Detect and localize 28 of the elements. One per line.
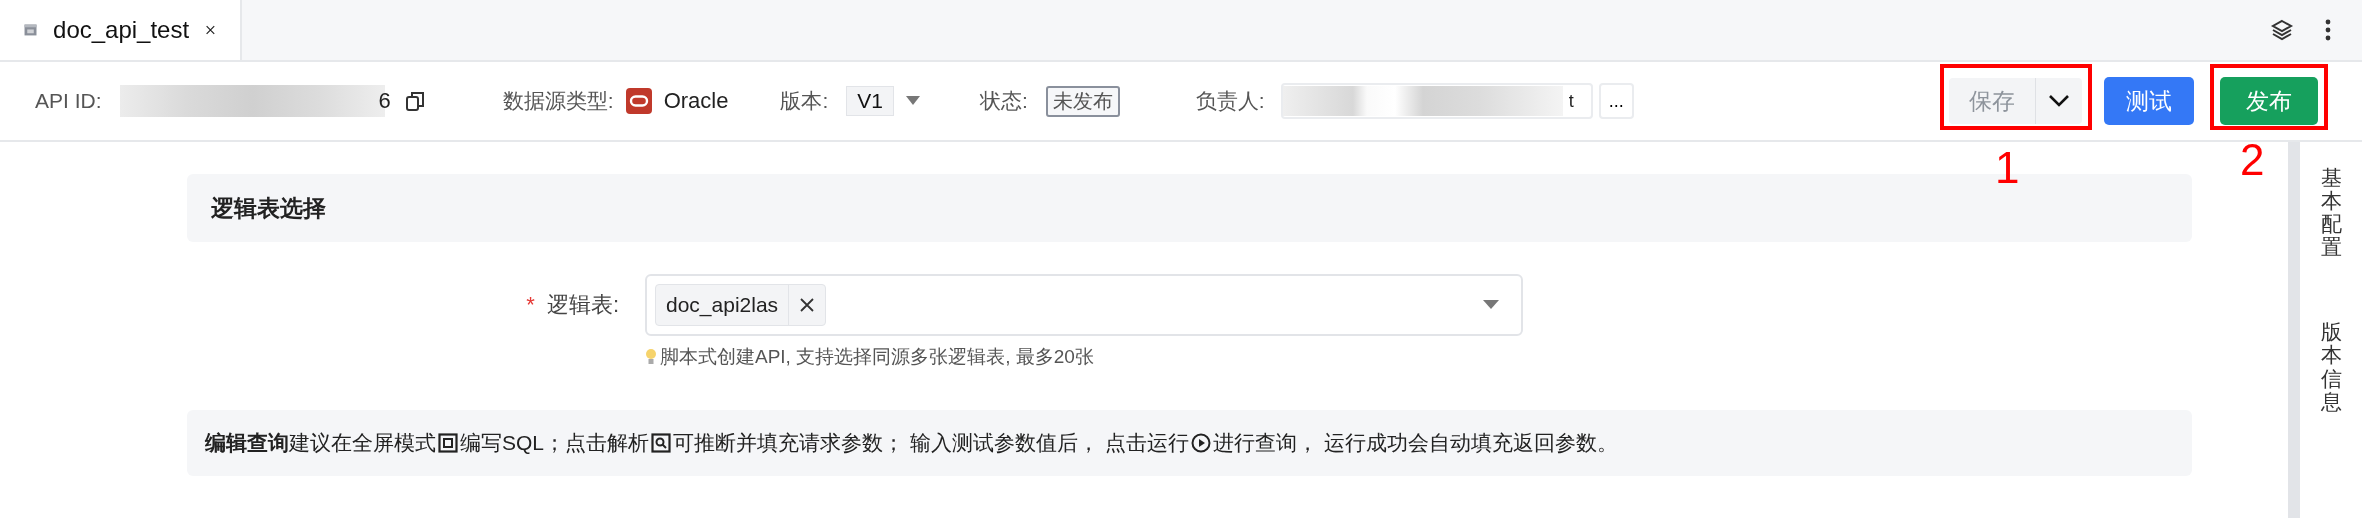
hint-text: 脚本式创建API, 支持选择同源多张逻辑表, 最多20张 <box>660 345 1094 369</box>
api-id-value: 6 <box>378 88 391 114</box>
annotation-number: 1 <box>1995 146 2020 190</box>
instruction-text: 编辑查询建议在全屏模式 <box>205 430 436 456</box>
editor-tab[interactable]: doc_api_test <box>0 0 242 60</box>
data-source-value: Oracle <box>663 88 729 114</box>
required-mark: * <box>526 291 535 319</box>
data-source-label: 数据源类型: <box>502 88 614 114</box>
version-select[interactable]: V1 <box>846 86 894 116</box>
tag-label: doc_api2las <box>656 285 790 325</box>
api-id-label: API ID: <box>35 89 102 113</box>
more-owners-button[interactable]: ... <box>1598 83 1634 119</box>
owner-label: 负责人: <box>1195 88 1265 114</box>
annotation-number: 2 <box>2240 138 2265 182</box>
instruction-text: 可推断并填充请求参数； 输入测试参数值后， 点击运行 <box>673 430 1189 456</box>
owner-field[interactable]: t <box>1280 83 1593 119</box>
status-label: 状态: <box>979 88 1028 114</box>
instruction-text: 编写SQL；点击解析 <box>460 430 650 456</box>
owner-value: t <box>1568 90 1574 112</box>
side-tab[interactable]: 基本配置 <box>2320 166 2342 259</box>
status-badge: 未发布 <box>1045 85 1120 117</box>
side-tab[interactable]: 版本信息 <box>2320 320 2342 413</box>
instruction-text: 进行查询， 运行成功会自动填充返回参数。 <box>1212 430 1618 456</box>
test-button[interactable]: 测试 <box>2104 77 2194 125</box>
version-label: 版本: <box>780 88 829 114</box>
field-label: 逻辑表: <box>546 291 619 319</box>
table-select[interactable]: doc_api2las <box>645 274 1523 336</box>
section-title: 逻辑表选择 <box>211 193 326 223</box>
